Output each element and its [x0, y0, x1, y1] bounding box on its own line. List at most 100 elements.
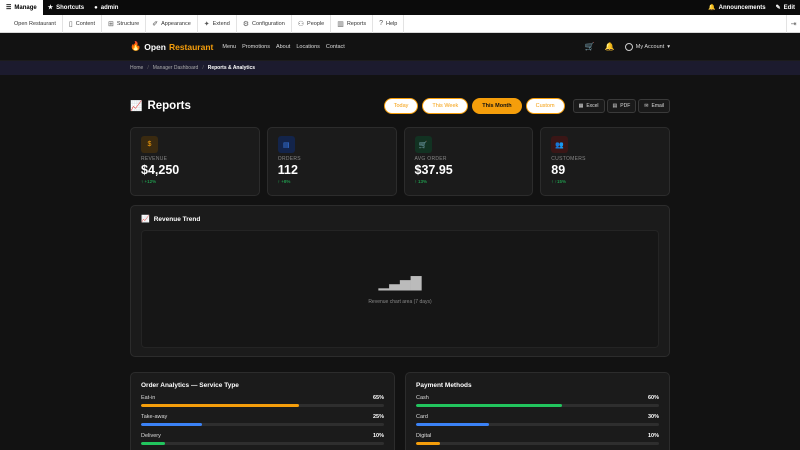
service-row: Eat-in 65%: [141, 395, 384, 407]
admin-menu-appearance[interactable]: ✐ Appearance: [146, 14, 198, 33]
arrow-right-icon: ⇥: [790, 20, 797, 28]
stat-cards: $ REVENUE $4,250 ↑ +12% ▤ ORDERS 112 ↑ +…: [130, 127, 670, 196]
payment-methods-title: Payment Methods: [416, 382, 472, 389]
revenue-trend-title: Revenue Trend: [153, 215, 201, 223]
bell-icon[interactable]: 🔔: [605, 42, 615, 51]
breadcrumb-home[interactable]: Home: [130, 65, 143, 71]
dollar-icon: $: [141, 136, 158, 153]
nav-promotions[interactable]: Promotions: [242, 44, 270, 50]
stat-value: 89: [551, 163, 566, 177]
service-row: Take-away 25%: [141, 414, 384, 426]
progress-bar: [141, 404, 384, 407]
bell-icon: 🔔: [708, 5, 716, 11]
admin-menu: Open Restaurant ▯ Content ⊞ Structure ✐ …: [0, 14, 800, 33]
account-menu[interactable]: My Account ▾: [624, 42, 670, 51]
range-custom-button[interactable]: Custom: [525, 98, 565, 114]
stat-label: ORDERS: [277, 156, 301, 162]
breadcrumb-manager-dashboard[interactable]: Manager Dashboard: [153, 65, 199, 71]
admin-menu-structure[interactable]: ⊞ Structure: [102, 14, 147, 33]
stat-change: ↑ ↑15%: [551, 179, 567, 184]
stat-value: 112: [277, 163, 298, 177]
admin-menu-configuration[interactable]: ⚙ Configuration: [237, 14, 292, 33]
stat-card-revenue: $ REVENUE $4,250 ↑ +12%: [130, 127, 260, 196]
line-chart-icon: 📈: [141, 216, 150, 223]
stat-change: ↑ +8%: [277, 179, 291, 184]
structure-icon: ⊞: [108, 20, 114, 28]
admin-menu-help[interactable]: ? Help: [373, 14, 405, 33]
brush-icon: ✐: [152, 20, 159, 28]
email-icon: ✉: [644, 103, 649, 109]
line-chart-icon: 📈: [130, 100, 143, 112]
payment-methods-panel: Payment Methods Cash 60% Card 30% Digital 1…: [405, 372, 670, 450]
progress-fill: [416, 404, 562, 407]
nav-menu[interactable]: Menu: [222, 44, 236, 50]
nav-contact[interactable]: Contact: [326, 44, 345, 50]
cart-icon: 🛒: [414, 136, 432, 153]
flame-icon: 🔥: [130, 41, 142, 51]
edit-button[interactable]: ✎ Edit: [771, 0, 800, 15]
site-header: 🔥 Open Restaurant Menu Promotions About …: [0, 33, 800, 61]
stat-card-customers: 👥 CUSTOMERS 89 ↑ ↑15%: [540, 127, 670, 196]
range-today-button[interactable]: Today: [383, 98, 419, 114]
brand-logo[interactable]: 🔥 Open Restaurant: [130, 41, 213, 52]
stat-value: $4,250: [141, 163, 180, 177]
range-this-month-button[interactable]: This Month: [472, 98, 522, 114]
admin-menu-reports[interactable]: ▥ Reports: [331, 14, 374, 33]
receipt-icon: ▤: [277, 136, 295, 153]
progress-fill: [416, 442, 441, 445]
stat-label: AVG ORDER: [414, 156, 447, 162]
file-pdf-icon: ▤: [612, 103, 618, 109]
wrench-icon: ⚙: [242, 20, 250, 28]
progress-bar: [141, 423, 384, 426]
progress-fill: [141, 404, 299, 407]
stat-value: $37.95: [414, 163, 453, 177]
shortcuts-button[interactable]: ★ Shortcuts: [43, 0, 89, 15]
progress-fill: [141, 423, 202, 426]
admin-menu-content[interactable]: ▯ Content: [63, 14, 103, 33]
stat-change: ↑ +12%: [141, 179, 157, 184]
hamburger-icon: ☰: [6, 5, 12, 11]
puzzle-icon: ✦: [203, 20, 210, 28]
user-circle-icon: [624, 42, 633, 51]
breadcrumb-current: Reports & Analytics: [207, 65, 256, 71]
reports-main: 📈 Reports Today This Week This Month Cus…: [130, 88, 670, 450]
payment-row: Digital 10%: [416, 433, 659, 445]
users-icon: 👥: [551, 136, 569, 153]
breadcrumb: Home / Manager Dashboard / Reports & Ana…: [0, 61, 800, 75]
progress-bar: [416, 442, 659, 445]
export-pdf-button[interactable]: ▤ PDF: [606, 99, 637, 113]
progress-bar: [141, 442, 384, 445]
cart-icon[interactable]: 🛒: [585, 42, 595, 51]
progress-bar: [416, 423, 659, 426]
progress-bar: [416, 404, 659, 407]
bar-chart-icon: ▥: [337, 20, 344, 28]
page-title: 📈 Reports: [130, 100, 191, 112]
stat-card-avg-order: 🛒 AVG ORDER $37.95 ↑ 13%: [403, 127, 534, 196]
people-icon: ⚇: [297, 20, 305, 28]
user-button[interactable]: ● admin: [89, 0, 123, 15]
toolbar-collapse-button[interactable]: ⇥: [786, 14, 800, 33]
service-row: Delivery 10%: [141, 433, 384, 445]
announcements-button[interactable]: 🔔 Announcements: [703, 0, 771, 15]
nav-locations[interactable]: Locations: [296, 44, 320, 50]
progress-fill: [416, 423, 489, 426]
admin-menu-people[interactable]: ⚇ People: [292, 14, 332, 33]
payment-row: Card 30%: [416, 414, 659, 426]
main-nav: Menu Promotions About Locations Contact: [222, 44, 344, 50]
help-icon: ?: [379, 20, 383, 27]
service-type-panel: Order Analytics — Service Type Eat-in 65%…: [130, 372, 395, 450]
stat-change: ↑ 13%: [414, 179, 428, 184]
range-this-week-button[interactable]: This Week: [422, 98, 469, 114]
export-email-button[interactable]: ✉ Email: [638, 99, 670, 113]
export-excel-button[interactable]: ▦ Excel: [572, 99, 605, 113]
admin-toolbar: ☰ Manage ★ Shortcuts ● admin 🔔 Announcem…: [0, 0, 800, 15]
document-icon: ▯: [68, 20, 73, 28]
stat-label: REVENUE: [141, 156, 168, 162]
admin-menu-extend[interactable]: ✦ Extend: [198, 14, 237, 33]
service-type-title: Order Analytics — Service Type: [141, 382, 239, 389]
manage-button[interactable]: ☰ Manage: [0, 0, 43, 15]
revenue-chart-area: ▁▃▅▇ Revenue chart area (7 days): [141, 230, 659, 348]
admin-menu-open-restaurant[interactable]: Open Restaurant: [0, 14, 63, 33]
nav-about[interactable]: About: [276, 44, 290, 50]
chevron-down-icon: ▾: [667, 43, 670, 50]
